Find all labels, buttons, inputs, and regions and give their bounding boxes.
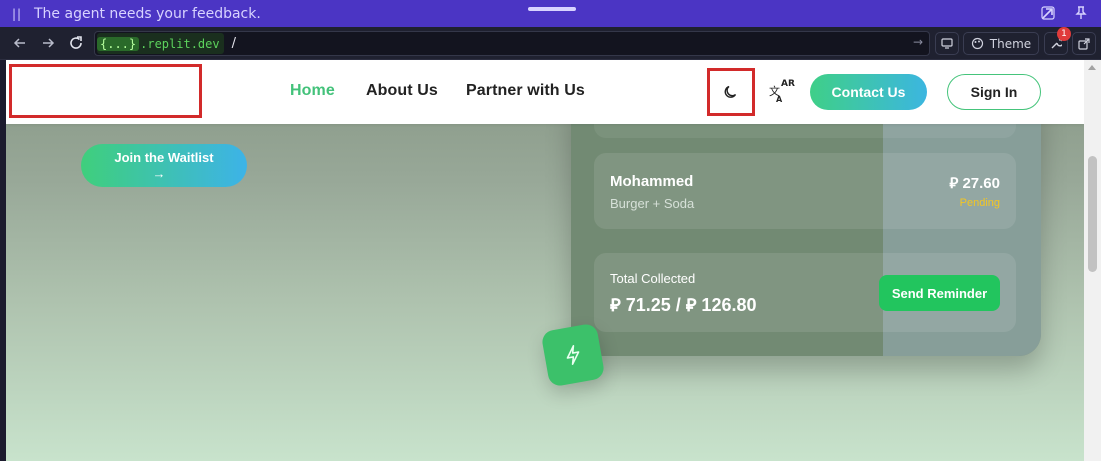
arrow-right-icon: → — [152, 166, 166, 181]
agent-feedback-message: The agent needs your feedback. — [34, 5, 261, 22]
language-label: AR — [781, 79, 795, 89]
back-icon[interactable] — [6, 29, 34, 57]
svg-text:A: A — [776, 95, 783, 104]
reload-icon[interactable] — [62, 29, 90, 57]
browser-toolbar: {...} .replit.dev / → Theme 1 — [0, 27, 1101, 60]
order-name: Mohammed — [610, 173, 694, 190]
notification-badge: 1 — [1057, 27, 1071, 41]
agent-feedback-bar: || The agent needs your feedback. — [0, 0, 1101, 27]
logo-highlight-box[interactable] — [9, 64, 202, 118]
site-header: Home About Us Partner with Us 文 A AR Con… — [6, 60, 1084, 124]
waitlist-label: Join the Waitlist — [114, 150, 214, 165]
order-row: Mohammed Burger + Soda ⃁ 27.60 Pending — [594, 153, 1016, 229]
status-badge: Pending — [959, 197, 1000, 209]
open-external-icon[interactable] — [1038, 3, 1058, 23]
send-reminder-button[interactable]: Send Reminder — [879, 275, 1000, 311]
moon-icon — [724, 85, 737, 98]
language-switch-button[interactable]: 文 A AR — [768, 79, 796, 104]
drag-handle[interactable] — [528, 7, 576, 11]
payment-card: Mohammed Burger + Soda ⃁ 27.60 Pending T… — [571, 100, 1041, 356]
theme-button[interactable]: Theme — [963, 32, 1039, 55]
total-row: Total Collected ⃁ 71.25 / ⃁ 126.80 Send … — [594, 253, 1016, 332]
page-viewport: Home About Us Partner with Us 文 A AR Con… — [6, 60, 1084, 461]
go-icon[interactable]: → — [913, 35, 923, 49]
nav-home[interactable]: Home — [290, 82, 335, 100]
url-path: / — [231, 36, 236, 51]
device-icon[interactable] — [935, 32, 959, 55]
order-amount: ⃁ 27.60 — [949, 175, 1000, 192]
join-waitlist-button[interactable]: Join the Waitlist → — [81, 144, 247, 187]
nav-partner[interactable]: Partner with Us — [466, 82, 585, 100]
scrollbar-thumb[interactable] — [1088, 156, 1097, 272]
pause-icon[interactable]: || — [0, 7, 34, 21]
total-value: ⃁ 71.25 / ⃁ 126.80 — [610, 295, 757, 315]
contact-us-button[interactable]: Contact Us — [810, 74, 927, 110]
address-bar[interactable]: {...} .replit.dev / → — [94, 31, 930, 56]
bolt-icon — [566, 344, 580, 366]
scroll-up-icon[interactable] — [1088, 65, 1096, 70]
total-label: Total Collected — [610, 271, 696, 286]
wrench-button[interactable]: 1 — [1044, 27, 1071, 55]
page-scrollbar[interactable] — [1084, 60, 1101, 461]
order-item: Burger + Soda — [610, 196, 695, 211]
url-host: {...} .replit.dev — [97, 33, 224, 54]
external-link-icon[interactable] — [1072, 32, 1096, 55]
theme-label: Theme — [989, 36, 1032, 51]
theme-toggle-button[interactable] — [707, 68, 755, 116]
sign-in-button[interactable]: Sign In — [947, 74, 1041, 110]
nav-about[interactable]: About Us — [366, 82, 438, 100]
palette-icon — [971, 37, 983, 50]
bolt-badge — [540, 322, 606, 388]
forward-icon[interactable] — [34, 29, 62, 57]
pin-icon[interactable] — [1071, 3, 1091, 23]
